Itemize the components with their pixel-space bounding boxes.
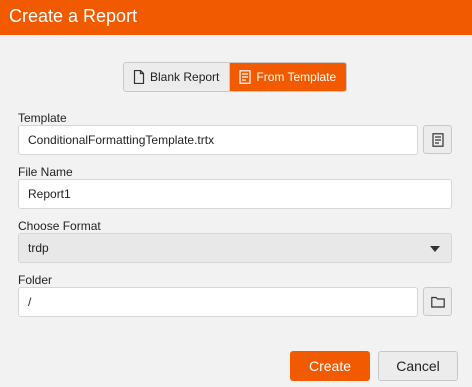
choose-format-label: Choose Format [18,219,101,233]
from-template-button[interactable]: From Template [230,63,347,91]
blank-report-button[interactable]: Blank Report [124,63,230,91]
folder-icon [430,296,445,308]
template-label: Template [18,111,67,125]
report-source-toggle: Blank Report From Template [123,62,348,92]
template-list-icon [431,132,444,147]
file-name-label: File Name [18,165,73,179]
folder-field[interactable]: / [18,287,418,317]
cancel-button[interactable]: Cancel [378,351,458,381]
format-select[interactable]: trdp [18,233,452,263]
file-name-field[interactable]: Report1 [18,179,452,209]
blank-report-label: Blank Report [150,70,220,84]
format-value: trdp [28,241,49,255]
create-report-dialog: Create a Report Blank Report From Templa… [0,0,472,387]
caret-down-icon [430,246,440,252]
dialog-title: Create a Report [9,6,138,26]
template-icon [239,70,251,84]
create-button[interactable]: Create [290,351,370,381]
template-field[interactable]: ConditionalFormattingTemplate.trtx [18,125,418,155]
blank-document-icon [133,70,145,84]
dialog-header: Create a Report [0,0,472,35]
browse-template-button[interactable] [423,125,452,154]
folder-label: Folder [18,273,53,287]
from-template-label: From Template [256,70,337,84]
browse-folder-button[interactable] [423,287,452,316]
